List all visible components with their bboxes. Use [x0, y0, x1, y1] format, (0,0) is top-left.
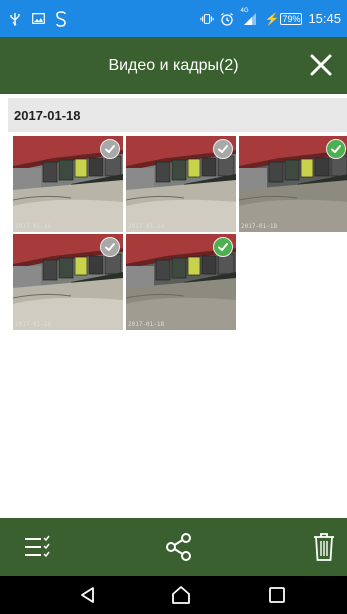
- s-app-icon: [54, 10, 68, 27]
- date-group-header: 2017-01-18: [8, 98, 347, 132]
- share-button[interactable]: [164, 531, 194, 563]
- status-bar: 4G ⚡ 79% 15:45: [0, 0, 347, 37]
- usb-icon: [8, 11, 22, 27]
- thumbnail[interactable]: 2017-01-18: [13, 136, 123, 232]
- network-type: 4G: [240, 7, 249, 14]
- trash-icon: [314, 533, 334, 561]
- image-icon: [31, 11, 45, 27]
- battery-level: 79%: [280, 12, 303, 25]
- thumbnail-timestamp: 2017-01-18: [128, 321, 165, 328]
- select-list-icon: [25, 535, 50, 558]
- clock: 15:45: [308, 11, 341, 26]
- checkmark-selected-icon[interactable]: [213, 237, 233, 257]
- close-icon: [310, 54, 332, 76]
- close-button[interactable]: [307, 51, 335, 79]
- thumbnail[interactable]: 2017-01-18: [13, 234, 123, 330]
- checkmark-unselected-icon[interactable]: [100, 139, 120, 159]
- thumbnail-timestamp: 2017-01-18: [15, 223, 52, 230]
- battery-indicator: ⚡ 79%: [264, 11, 303, 26]
- checkmark-selected-icon[interactable]: [326, 139, 346, 159]
- thumbnail[interactable]: 2017-01-18: [126, 136, 236, 232]
- back-icon: [81, 587, 94, 603]
- thumbnail-timestamp: 2017-01-18: [241, 223, 278, 230]
- select-list-button[interactable]: [22, 531, 52, 563]
- charging-icon: ⚡: [264, 11, 280, 26]
- status-right: 4G ⚡ 79% 15:45: [200, 0, 341, 37]
- delete-button[interactable]: [310, 531, 340, 563]
- page-title: Видео и кадры(2): [108, 56, 239, 74]
- home-icon: [172, 586, 190, 604]
- recents-icon: [269, 587, 285, 603]
- checkmark-unselected-icon[interactable]: [100, 237, 120, 257]
- back-button[interactable]: [78, 585, 98, 605]
- app-toolbar: Видео и кадры(2): [0, 37, 347, 94]
- signal-icon: 4G: [240, 7, 258, 27]
- checkmark-unselected-icon[interactable]: [213, 139, 233, 159]
- system-nav-bar: [0, 576, 347, 614]
- vibrate-icon: [200, 11, 215, 27]
- alarm-icon: [220, 11, 234, 27]
- share-icon: [166, 533, 191, 561]
- thumbnail-grid: 2017-01-18 2017-01-18 2017-01-18 2017-01…: [13, 136, 347, 336]
- recents-button[interactable]: [267, 585, 287, 605]
- thumbnail[interactable]: 2017-01-18: [239, 136, 347, 232]
- home-button[interactable]: [171, 585, 191, 605]
- status-left: [8, 0, 68, 37]
- thumbnail[interactable]: 2017-01-18: [126, 234, 236, 330]
- thumbnail-timestamp: 2017-01-18: [15, 321, 52, 328]
- thumbnail-timestamp: 2017-01-18: [128, 223, 165, 230]
- action-bar: [0, 518, 347, 576]
